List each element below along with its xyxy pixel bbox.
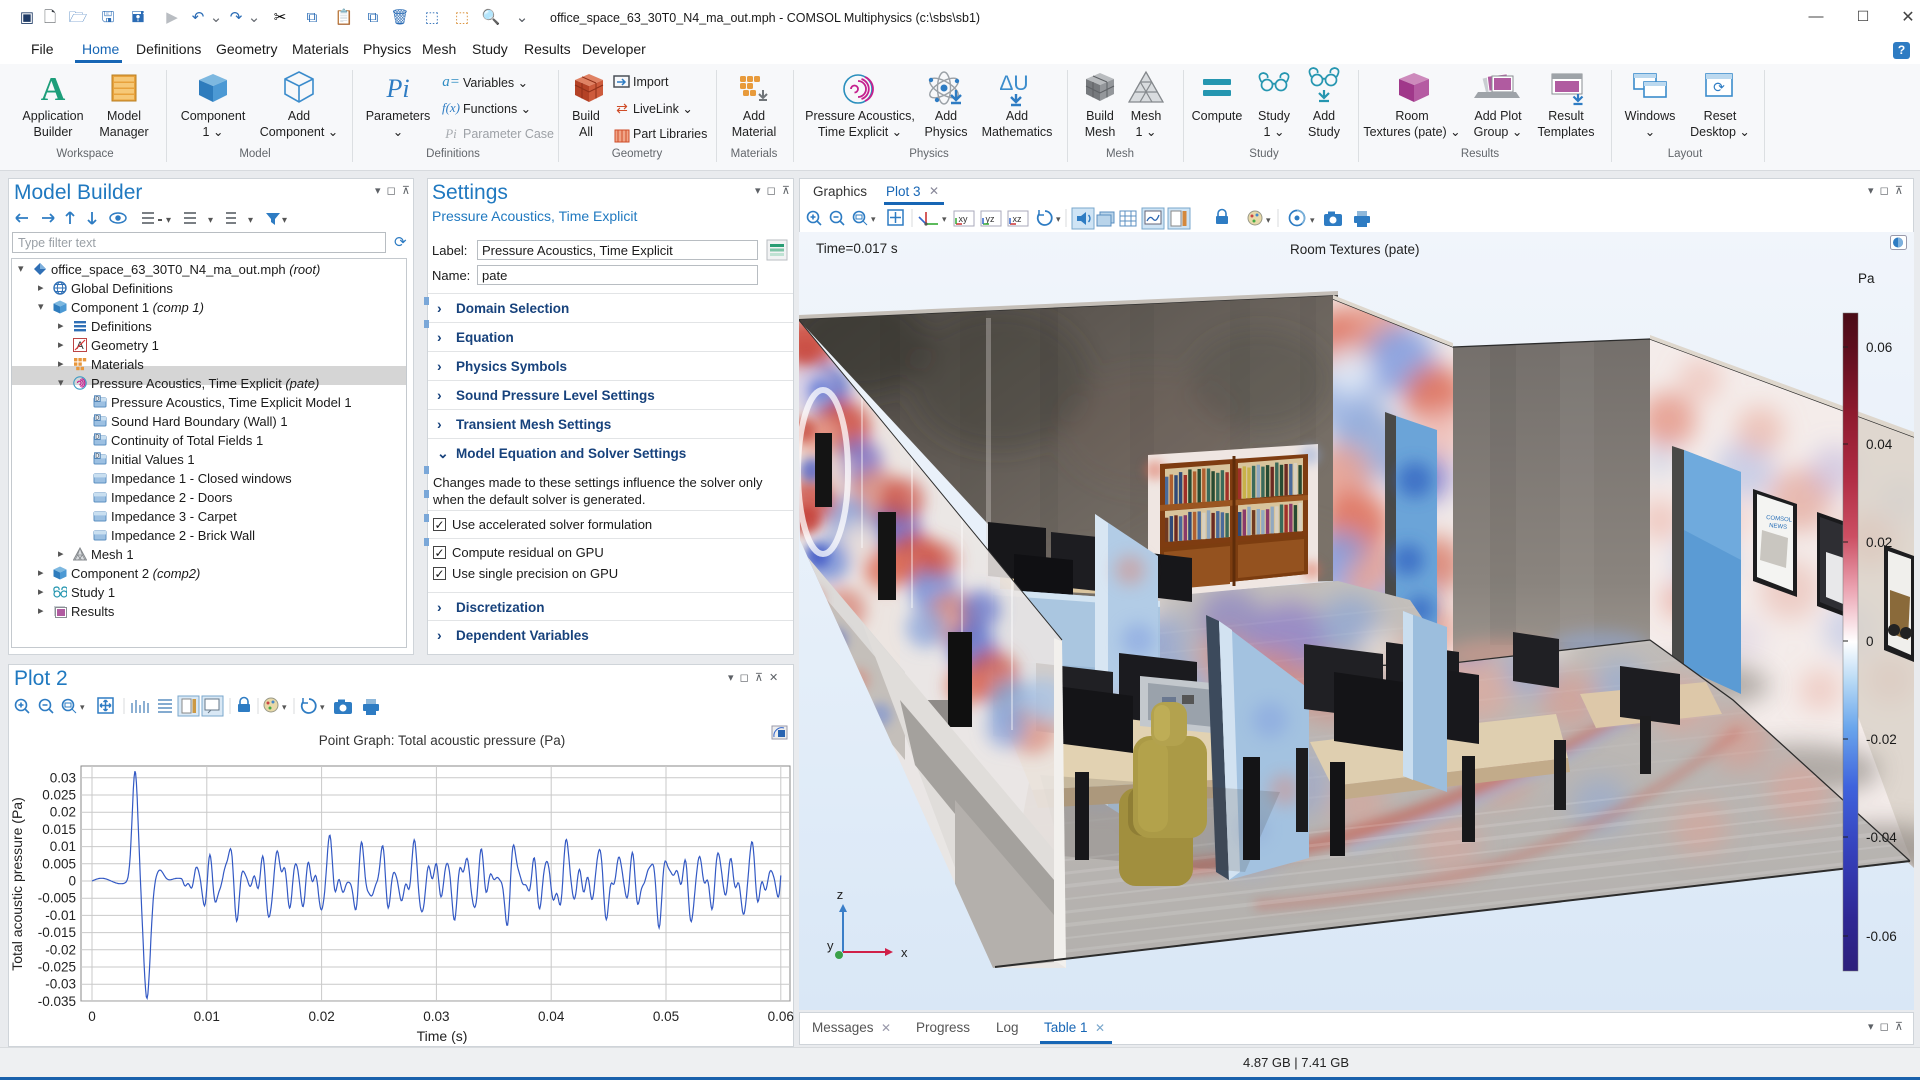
svg-text:0: 0 [1866,634,1874,649]
svg-text:yz: yz [986,214,996,224]
svg-text:0.02: 0.02 [308,1009,334,1024]
svg-text:▾: ▾ [208,215,213,226]
svg-text:A: A [41,71,66,108]
svg-text:0.05: 0.05 [653,1009,679,1024]
svg-text:a=: a= [442,74,460,90]
svg-text:▾: ▾ [942,214,947,224]
svg-text:0.005: 0.005 [42,856,76,871]
svg-text:▾: ▾ [282,215,287,226]
svg-text:-0.035: -0.035 [38,994,76,1009]
svg-text:y: y [827,938,834,953]
svg-text:D: D [95,435,99,441]
svg-text:0.03: 0.03 [423,1009,449,1024]
svg-text:0.01: 0.01 [50,839,76,854]
svg-text:0.06: 0.06 [768,1009,794,1024]
svg-text:0: 0 [68,874,76,889]
svg-text:▾: ▾ [1266,215,1271,225]
svg-text:Pi: Pi [444,126,457,141]
svg-text:-0.005: -0.005 [38,891,76,906]
svg-text:0.02: 0.02 [1866,535,1892,550]
svg-text:D: D [95,454,99,460]
svg-text:f(x): f(x) [442,100,460,115]
svg-text:D: D [95,416,99,422]
svg-text:0: 0 [88,1009,96,1024]
svg-text:0.04: 0.04 [1866,437,1893,452]
svg-text:▾: ▾ [248,215,253,226]
svg-text:D: D [95,397,99,403]
svg-text:0.02: 0.02 [50,805,76,820]
svg-text:Point Graph: Total acoustic pr: Point Graph: Total acoustic pressure (Pa… [319,733,566,748]
svg-text:▾: ▾ [871,214,876,224]
svg-text:0.015: 0.015 [42,822,76,837]
svg-text:-0.02: -0.02 [1866,732,1897,747]
svg-text:Pi: Pi [385,74,409,103]
svg-text:Time (s): Time (s) [417,1028,468,1044]
svg-text:-0.01: -0.01 [45,908,76,923]
svg-text:xz: xz [1013,214,1023,224]
svg-text:-0.03: -0.03 [45,977,76,992]
svg-text:Total acoustic pressure (Pa): Total acoustic pressure (Pa) [9,797,25,971]
svg-text:⇄: ⇄ [616,100,628,116]
svg-text:x: x [901,945,908,960]
svg-text:▾: ▾ [1310,215,1315,225]
svg-text:Pa: Pa [1858,271,1875,286]
svg-text:0.03: 0.03 [50,770,76,785]
svg-text:0.01: 0.01 [194,1009,220,1024]
svg-text:▾: ▾ [1056,214,1061,224]
svg-text:ΔU: ΔU [999,72,1028,95]
svg-text:-0.06: -0.06 [1866,929,1897,944]
svg-text:z: z [837,887,844,902]
svg-text:xy: xy [959,214,969,224]
svg-text:0.025: 0.025 [42,788,76,803]
svg-text:0.04: 0.04 [538,1009,565,1024]
svg-text:▾: ▾ [166,215,171,226]
svg-text:-0.015: -0.015 [38,925,76,940]
svg-text:-0.04: -0.04 [1866,830,1897,845]
svg-text:0.06: 0.06 [1866,340,1892,355]
svg-text:-0.02: -0.02 [45,942,76,957]
svg-text:⟳: ⟳ [1713,79,1725,95]
svg-text:-0.025: -0.025 [38,960,76,975]
